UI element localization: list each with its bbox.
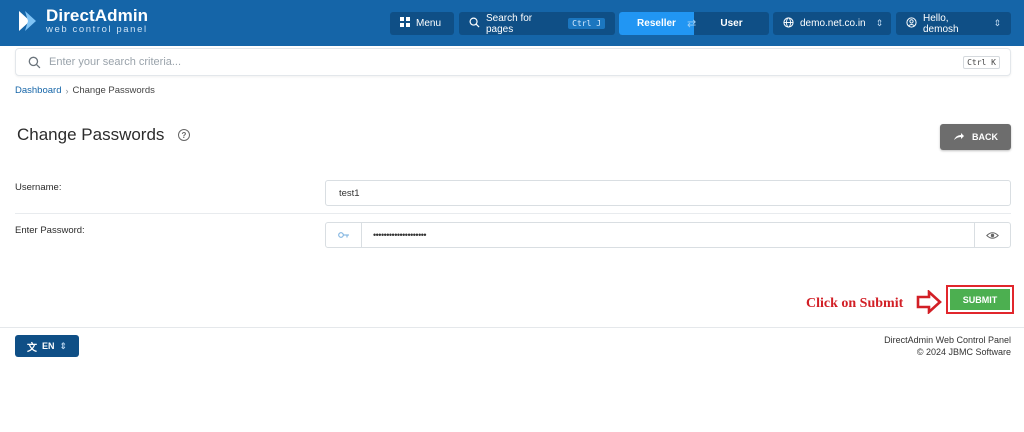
- user-menu[interactable]: Hello, demosh ⇕: [896, 12, 1011, 35]
- search-icon: [28, 56, 41, 69]
- global-search-input[interactable]: [49, 56, 964, 68]
- search-pages-button[interactable]: Search for pages Ctrl J: [459, 12, 615, 35]
- instruction-annotation: Click on Submit: [806, 296, 904, 311]
- brand-logo[interactable]: DirectAdmin web control panel: [16, 7, 148, 35]
- password-field: ••••••••••••••••••••: [325, 222, 1011, 248]
- brand-title: DirectAdmin: [46, 6, 149, 25]
- breadcrumb: Dashboard › Change Passwords: [15, 85, 155, 96]
- key-icon[interactable]: [326, 223, 362, 247]
- swap-icon: ⇄: [687, 18, 697, 30]
- menu-label: Menu: [416, 18, 442, 29]
- back-arrow-icon: [953, 132, 964, 143]
- chevron-updown-icon: ⇕: [993, 18, 1001, 28]
- breadcrumb-dashboard-link[interactable]: Dashboard: [15, 85, 61, 96]
- search-icon: [469, 17, 480, 31]
- shortcut-badge: Ctrl J: [568, 18, 606, 29]
- globe-icon: [783, 16, 794, 31]
- chevron-updown-icon: ⇕: [59, 340, 68, 351]
- directadmin-logo-icon: [16, 9, 40, 33]
- eye-icon[interactable]: [974, 223, 1010, 247]
- help-icon[interactable]: ?: [178, 129, 190, 141]
- domain-selector[interactable]: demo.net.co.in ⇕: [773, 12, 891, 35]
- search-pages-label: Search for pages: [486, 12, 533, 35]
- footer-product: DirectAdmin Web Control Panel: [884, 335, 1011, 345]
- brand-subtitle: web control panel: [46, 24, 148, 35]
- footer-info: DirectAdmin Web Control Panel © 2024 JBM…: [884, 335, 1011, 358]
- back-label: BACK: [972, 132, 998, 142]
- translate-icon: 文: [26, 342, 37, 354]
- footer-divider: [0, 327, 1024, 328]
- page-title: Change Passwords: [17, 125, 165, 144]
- username-label: Username:: [15, 182, 62, 193]
- back-button[interactable]: BACK: [940, 124, 1011, 150]
- username-field[interactable]: [325, 180, 1011, 206]
- breadcrumb-current: Change Passwords: [72, 85, 155, 96]
- toggle-user[interactable]: User: [694, 12, 769, 35]
- footer-copyright: © 2024 JBMC Software: [916, 346, 1011, 357]
- global-search-bar: Ctrl K: [15, 48, 1011, 76]
- password-input[interactable]: ••••••••••••••••••••: [362, 223, 974, 247]
- user-circle-icon: [906, 16, 917, 31]
- row-divider: [15, 213, 1011, 214]
- top-navbar: DirectAdmin web control panel Menu Searc…: [0, 0, 1024, 46]
- toggle-reseller[interactable]: Reseller: [619, 12, 694, 35]
- domain-label: demo.net.co.in: [800, 18, 866, 29]
- submit-button[interactable]: SUBMIT: [950, 289, 1010, 310]
- menu-grid-icon: [400, 17, 410, 30]
- chevron-updown-icon: ⇕: [875, 18, 884, 28]
- language-selector[interactable]: 文 EN ⇕: [15, 335, 79, 357]
- red-arrow-icon: [916, 289, 942, 319]
- username-input[interactable]: [326, 181, 1010, 205]
- menu-button[interactable]: Menu: [390, 12, 454, 35]
- language-label: EN: [41, 341, 55, 351]
- shortcut-badge: Ctrl K: [963, 55, 1000, 69]
- user-greeting: Hello, demosh: [923, 12, 959, 35]
- role-toggle[interactable]: Reseller User ⇄: [619, 12, 769, 35]
- password-label: Enter Password:: [15, 225, 85, 236]
- chevron-right-icon: ›: [65, 85, 69, 96]
